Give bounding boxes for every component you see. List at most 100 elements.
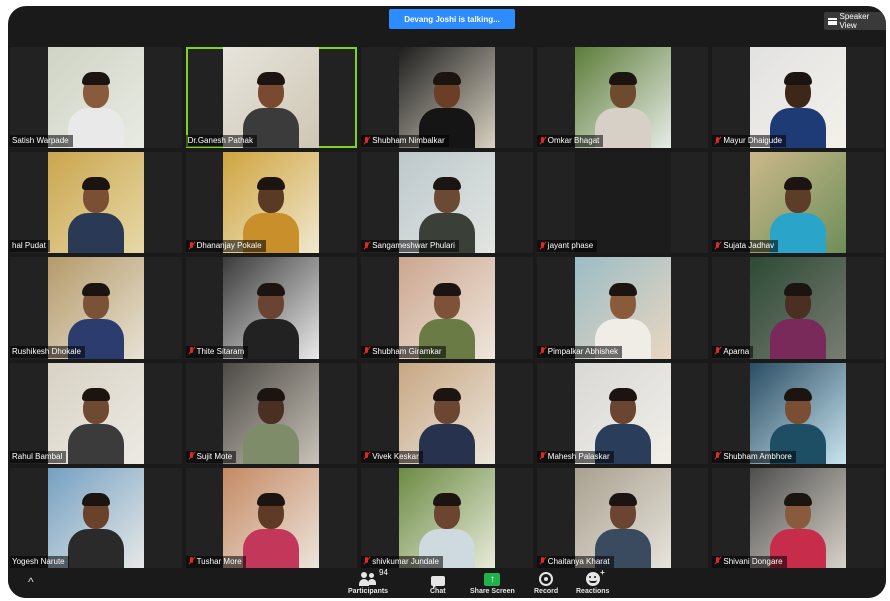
participant-name-tag: Shivani Dongare <box>712 555 787 568</box>
active-speaker-banner: Devang Joshi is talking... <box>389 9 515 29</box>
participant-name: Pimpalkar Abhishek <box>547 346 619 356</box>
muted-mic-icon <box>714 241 721 250</box>
participant-name: hal Pudat <box>12 241 46 251</box>
participant-name: Aparna <box>723 346 750 356</box>
participant-video-tile[interactable]: Satish Warpade <box>10 47 182 149</box>
participant-video-tile[interactable]: Rahul Bambal <box>10 362 182 464</box>
muted-mic-icon <box>188 557 195 565</box>
participant-avatar <box>243 489 300 569</box>
participant-name: Sujata Jadhav <box>723 241 775 251</box>
muted-mic-icon <box>539 557 546 565</box>
participant-video-tile[interactable]: Sujata Jadhav <box>712 152 884 254</box>
share-screen-label: Share Screen <box>470 588 515 595</box>
participant-name: Rushikesh Dhokale <box>12 346 81 356</box>
participant-avatar <box>243 384 300 464</box>
speaker-view-button[interactable]: Speaker View <box>824 12 886 30</box>
muted-mic-icon <box>539 347 546 355</box>
participant-name: Yogesh Narute <box>12 556 65 566</box>
participant-name-tag: Mahesh Palaskar <box>536 450 614 463</box>
participant-video-tile[interactable]: Chaitanya Kharat <box>536 467 709 569</box>
participant-name-tag: Sujit Mote <box>185 450 237 463</box>
participant-video-tile[interactable]: Shivani Dongare <box>712 467 884 569</box>
participant-name-tag: Sangameshwar Phulari <box>361 240 459 253</box>
participant-video-tile[interactable]: Omkar Bhagat <box>536 47 709 149</box>
participant-video-tile[interactable]: Thite Sitaram <box>185 257 358 359</box>
participant-video-tile[interactable]: Mahesh Palaskar <box>536 362 709 464</box>
participant-name-tag: Dhananjay Pokale <box>185 240 266 253</box>
participant-video-tile[interactable]: Rushikesh Dhokale <box>10 257 182 359</box>
zoom-meeting-window: Devang Joshi is talking... Speaker View … <box>8 6 886 598</box>
participant-video-tile[interactable]: Pimpalkar Abhishek <box>536 257 709 359</box>
chevron-up-icon[interactable]: ^ <box>28 575 34 589</box>
meeting-top-bar: Devang Joshi is talking... Speaker View <box>8 6 886 46</box>
participant-name: shivkumar Jundale <box>372 556 439 566</box>
participant-name-tag: Pimpalkar Abhishek <box>536 345 623 358</box>
participant-video-tile[interactable]: Tushar More <box>185 467 358 569</box>
participant-name: Mahesh Palaskar <box>547 451 610 461</box>
participant-video-tile[interactable]: Shubham Nimbalkar <box>361 47 533 149</box>
muted-mic-icon <box>188 347 195 355</box>
participant-name: Rahul Bambal <box>12 451 63 461</box>
muted-mic-icon <box>363 136 370 145</box>
muted-mic-icon <box>188 241 195 250</box>
participant-video-tile[interactable]: Sangameshwar Phulari <box>361 152 533 254</box>
participant-video-tile[interactable]: hal Pudat <box>10 152 182 254</box>
participant-name: Satish Warpade <box>12 136 69 146</box>
participant-video-tile[interactable]: Mayur Dhaigude <box>712 47 884 149</box>
participant-name-tag: Vivek Keskar <box>361 450 423 463</box>
participant-name-tag: Dr.Ganesh Pathak <box>185 135 257 148</box>
meeting-toolbar: ^ 94 Participants Chat ↑ Share Screen Re… <box>8 568 886 598</box>
participant-name: Thite Sitaram <box>196 346 245 356</box>
participant-name-tag: Aparna <box>712 345 754 358</box>
participant-video-tile[interactable]: shivkumar Jundale <box>361 467 533 569</box>
participant-name-tag: Mayur Dhaigude <box>712 135 787 148</box>
participant-name-tag: Thite Sitaram <box>185 345 249 358</box>
participant-name-tag: Chaitanya Kharat <box>536 555 614 568</box>
participants-icon <box>359 572 377 586</box>
muted-mic-icon <box>363 452 370 460</box>
participant-name-tag: Omkar Bhagat <box>536 135 604 148</box>
record-button[interactable]: Record <box>534 570 558 595</box>
participant-video-tile[interactable]: Shubham Ambhore <box>712 362 884 464</box>
muted-mic-icon <box>363 347 370 355</box>
share-screen-button[interactable]: ↑ Share Screen <box>470 570 515 595</box>
participant-video-tile[interactable]: Dr.Ganesh Pathak <box>185 47 358 149</box>
participant-avatar <box>243 279 300 359</box>
muted-mic-icon <box>714 347 721 355</box>
participant-video-tile[interactable]: Aparna <box>712 257 884 359</box>
participant-video-tile[interactable]: jayant phase <box>536 152 709 254</box>
participant-name-tag: Sujata Jadhav <box>712 240 779 253</box>
reactions-icon: + <box>585 568 605 586</box>
participant-avatar <box>770 173 827 254</box>
participant-name: Sangameshwar Phulari <box>372 241 455 251</box>
speaker-view-label: Speaker View <box>839 12 870 30</box>
participant-name: Vivek Keskar <box>372 451 419 461</box>
participant-name-tag: hal Pudat <box>10 240 50 253</box>
participant-avatar <box>67 489 124 569</box>
chat-button[interactable]: Chat <box>430 570 446 595</box>
participant-video-tile[interactable]: Shubham Giramkar <box>361 257 533 359</box>
video-gallery-grid: Satish Warpade Dr.Ganesh Pathak Shubham Ni… <box>8 47 886 569</box>
record-label: Record <box>534 588 559 595</box>
participant-name-tag: Shubham Giramkar <box>361 345 446 358</box>
participant-name-tag: Satish Warpade <box>10 135 73 148</box>
participant-video-tile[interactable]: Vivek Keskar <box>361 362 533 464</box>
participant-name: Chaitanya Kharat <box>547 556 610 566</box>
muted-mic-icon <box>539 136 546 145</box>
share-screen-icon: ↑ <box>484 573 501 586</box>
participant-avatar <box>67 173 124 254</box>
participant-name: Tushar More <box>196 556 242 566</box>
participant-avatar <box>770 279 827 359</box>
chat-icon <box>430 576 445 589</box>
participant-name-tag: Yogesh Narute <box>10 555 69 568</box>
participant-name-tag: shivkumar Jundale <box>361 555 443 568</box>
reactions-button[interactable]: + Reactions <box>576 568 609 595</box>
participants-button[interactable]: 94 Participants <box>348 568 388 595</box>
participant-video-tile[interactable]: Dhananjay Pokale <box>185 152 358 254</box>
participant-name: jayant phase <box>547 241 594 251</box>
participant-video-tile[interactable]: Sujit Mote <box>185 362 358 464</box>
participant-video-tile[interactable]: Yogesh Narute <box>10 467 182 569</box>
participant-name: Mayur Dhaigude <box>723 136 783 146</box>
participant-name-tag: Rahul Bambal <box>10 450 67 463</box>
participant-name: Shivani Dongare <box>723 556 783 566</box>
